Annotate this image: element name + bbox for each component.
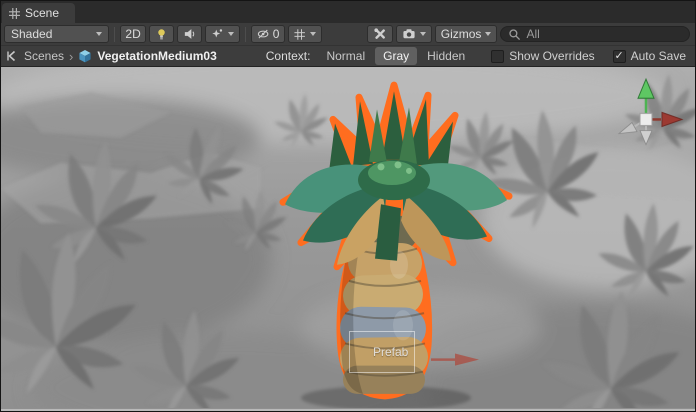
sparkle-icon xyxy=(211,27,223,41)
tab-scene[interactable]: Scene xyxy=(2,3,75,23)
auto-save-box[interactable]: ✓ xyxy=(613,50,626,63)
scene-toolbar: Shaded 2D xyxy=(1,23,695,45)
toolbar-separator xyxy=(114,27,115,42)
context-option-normal[interactable]: Normal xyxy=(318,47,373,65)
chevron-down-icon xyxy=(228,32,234,36)
gizmo-center-cube[interactable] xyxy=(640,113,652,125)
2d-label: 2D xyxy=(125,27,140,41)
breadcrumb-checkboxes: Show Overrides ✓ Auto Save xyxy=(491,49,686,63)
show-overrides-label: Show Overrides xyxy=(509,49,594,63)
auto-save-label: Auto Save xyxy=(631,49,686,63)
breadcrumb-scenes[interactable]: Scenes xyxy=(24,49,64,63)
camera-icon xyxy=(402,27,416,41)
unity-scene-window: Scene Shaded 2D xyxy=(0,0,696,412)
back-arrow-icon[interactable] xyxy=(5,49,19,63)
toolbar-right-group: Gizmos xyxy=(367,25,498,43)
context-mode-group: Context: Normal Gray Hidden xyxy=(266,47,473,65)
prefab-cube-icon xyxy=(78,49,92,63)
auto-save-checkbox[interactable]: ✓ Auto Save xyxy=(613,49,686,63)
magnifier-icon xyxy=(508,28,521,41)
scene-lighting-button[interactable] xyxy=(149,25,174,43)
prefab-breadcrumb-bar: Scenes › VegetationMedium03 Context: Nor… xyxy=(1,45,695,67)
scene-search-field[interactable]: All xyxy=(500,26,690,42)
chevron-down-icon xyxy=(96,32,102,36)
toolbar-separator xyxy=(245,27,246,42)
crossed-tools-icon xyxy=(373,27,387,41)
2d-toggle-button[interactable]: 2D xyxy=(120,25,146,43)
chevron-down-icon xyxy=(485,32,491,36)
camera-settings-dropdown[interactable] xyxy=(396,25,432,43)
chevron-down-icon xyxy=(420,32,426,36)
context-label: Context: xyxy=(266,49,311,63)
gizmos-dropdown[interactable]: Gizmos xyxy=(435,25,498,43)
scene-render xyxy=(1,67,695,408)
context-option-gray[interactable]: Gray xyxy=(375,47,417,65)
scene-audio-button[interactable] xyxy=(177,25,202,43)
chevron-down-icon xyxy=(310,32,316,36)
draw-mode-label: Shaded xyxy=(11,27,52,41)
hidden-object-count: 0 xyxy=(273,27,280,41)
show-overrides-checkbox[interactable]: Show Overrides xyxy=(491,49,594,63)
tab-bar: Scene xyxy=(1,1,695,23)
window-bottom-edge xyxy=(1,408,695,411)
eye-off-icon xyxy=(257,27,269,41)
search-value: All xyxy=(526,27,539,41)
show-overrides-box[interactable] xyxy=(491,50,504,63)
scene-viewport[interactable]: Prefab xyxy=(1,67,695,408)
tab-scene-label: Scene xyxy=(25,6,59,20)
grid-visibility-dropdown[interactable] xyxy=(288,25,321,43)
prefab-badge: Prefab xyxy=(373,345,408,359)
tools-button[interactable] xyxy=(367,25,393,43)
lightbulb-icon xyxy=(155,27,168,41)
breadcrumb-current-prefab[interactable]: VegetationMedium03 xyxy=(97,49,216,63)
breadcrumb-separator: › xyxy=(69,49,73,64)
context-option-hidden[interactable]: Hidden xyxy=(419,47,473,65)
scene-effects-dropdown[interactable] xyxy=(205,25,239,43)
speaker-icon xyxy=(183,27,196,41)
scene-visibility-button[interactable]: 0 xyxy=(251,25,286,43)
draw-mode-dropdown[interactable]: Shaded xyxy=(4,25,109,43)
gizmos-label: Gizmos xyxy=(441,27,482,41)
scene-tab-grid-icon xyxy=(9,8,20,19)
grid-icon xyxy=(294,28,305,41)
auto-save-checkmark: ✓ xyxy=(615,51,624,62)
